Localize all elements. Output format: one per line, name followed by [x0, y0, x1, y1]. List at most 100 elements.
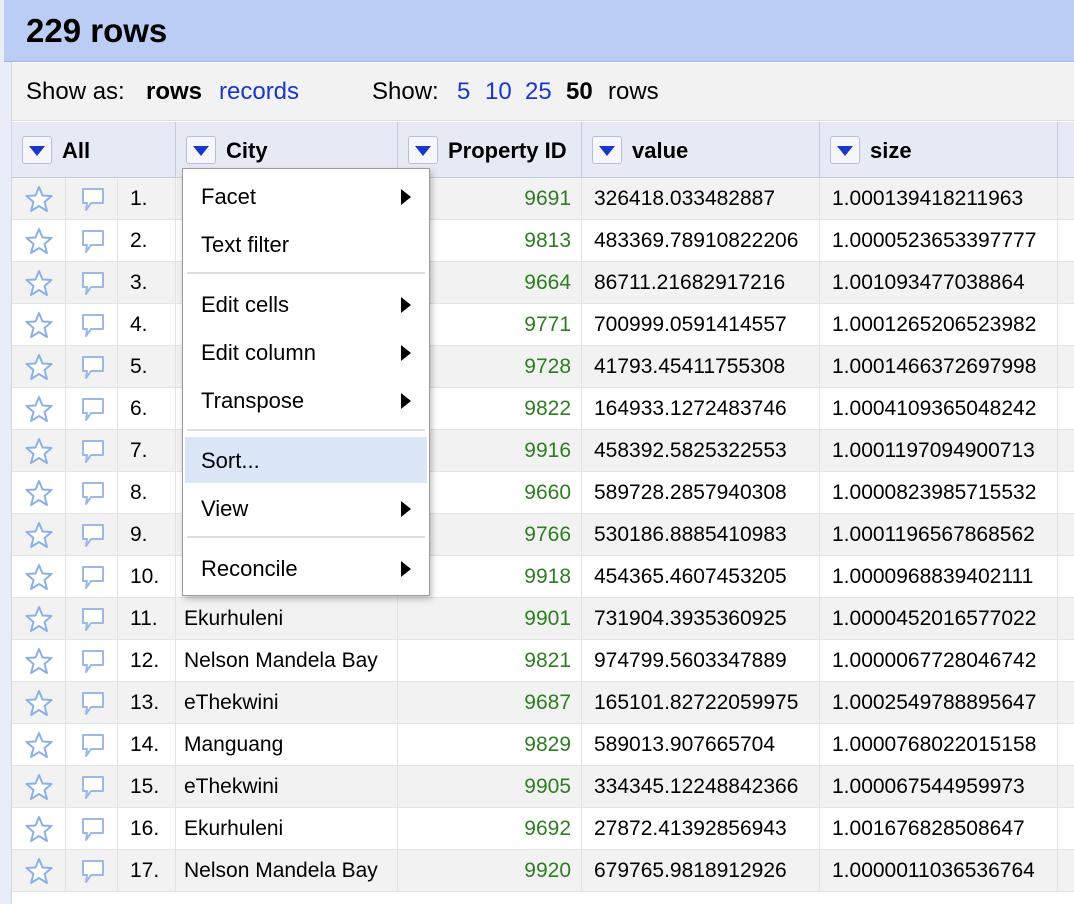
city-column-menu-button[interactable] — [186, 136, 216, 164]
star-icon[interactable] — [24, 227, 54, 262]
value-cell[interactable]: 164933.1272483746 — [582, 388, 820, 430]
flag-icon[interactable] — [78, 353, 108, 388]
value-cell[interactable]: 530186.8885410983 — [582, 514, 820, 556]
size-cell[interactable]: 1.0000523653397777 — [820, 220, 1058, 262]
flag-icon[interactable] — [78, 185, 108, 220]
value-cell[interactable]: 700999.0591414557 — [582, 304, 820, 346]
menu-item-edit-column[interactable]: Edit column — [185, 329, 427, 375]
star-icon[interactable] — [24, 437, 54, 472]
menu-item-transpose[interactable]: Transpose — [185, 377, 427, 423]
size-cell[interactable]: 1.0000823985715532 — [820, 472, 1058, 514]
size-cell[interactable]: 1.0001197094900713 — [820, 430, 1058, 472]
value-cell[interactable]: 483369.78910822206 — [582, 220, 820, 262]
star-icon[interactable] — [24, 605, 54, 640]
star-icon[interactable] — [24, 815, 54, 850]
table-row: 7. 9916 458392.5825322553 1.000119709490071… — [12, 430, 1074, 472]
menu-item-facet[interactable]: Facet — [185, 173, 427, 219]
size-cell[interactable]: 1.0001265206523982 — [820, 304, 1058, 346]
flag-icon[interactable] — [78, 731, 108, 766]
city-cell[interactable]: Manguang — [176, 724, 398, 766]
star-icon[interactable] — [24, 521, 54, 556]
value-cell[interactable]: 326418.033482887 — [582, 178, 820, 220]
flag-icon[interactable] — [78, 479, 108, 514]
city-cell[interactable]: eThekwini — [176, 682, 398, 724]
property-id-cell[interactable]: 9901 — [398, 598, 582, 640]
property-id-cell[interactable]: 9920 — [398, 850, 582, 892]
star-icon[interactable] — [24, 647, 54, 682]
property-id-cell[interactable]: 9687 — [398, 682, 582, 724]
value-cell[interactable]: 27872.41392856943 — [582, 808, 820, 850]
menu-item-reconcile[interactable]: Reconcile — [185, 545, 427, 591]
flag-icon[interactable] — [78, 563, 108, 598]
star-icon[interactable] — [24, 269, 54, 304]
property-id-cell[interactable]: 9692 — [398, 808, 582, 850]
city-cell[interactable]: Ekurhuleni — [176, 808, 398, 850]
value-cell[interactable]: 679765.9818912926 — [582, 850, 820, 892]
value-cell[interactable]: 165101.82722059975 — [582, 682, 820, 724]
value-cell[interactable]: 589013.907665704 — [582, 724, 820, 766]
star-icon[interactable] — [24, 773, 54, 808]
value-column-menu-button[interactable] — [592, 136, 622, 164]
star-icon[interactable] — [24, 185, 54, 220]
size-cell[interactable]: 1.0002549788895647 — [820, 682, 1058, 724]
star-icon[interactable] — [24, 731, 54, 766]
menu-item-sort[interactable]: Sort... — [185, 437, 427, 483]
flag-icon[interactable] — [78, 395, 108, 430]
show-as-records-link[interactable]: records — [219, 78, 299, 106]
value-cell[interactable]: 589728.2857940308 — [582, 472, 820, 514]
star-icon[interactable] — [24, 311, 54, 346]
size-cell[interactable]: 1.0001196567868562 — [820, 514, 1058, 556]
size-cell[interactable]: 1.0000968839402111 — [820, 556, 1058, 598]
city-cell[interactable]: Nelson Mandela Bay — [176, 640, 398, 682]
property-id-cell[interactable]: 9905 — [398, 766, 582, 808]
value-cell[interactable]: 458392.5825322553 — [582, 430, 820, 472]
flag-icon[interactable] — [78, 269, 108, 304]
size-cell[interactable]: 1.0000011036536764 — [820, 850, 1058, 892]
menu-item-view[interactable]: View — [185, 485, 427, 531]
star-icon[interactable] — [24, 563, 54, 598]
city-cell[interactable]: Nelson Mandela Bay — [176, 850, 398, 892]
star-icon[interactable] — [24, 857, 54, 892]
star-icon[interactable] — [24, 395, 54, 430]
size-cell[interactable]: 1.000067544959973 — [820, 766, 1058, 808]
flag-icon[interactable] — [78, 773, 108, 808]
flag-icon[interactable] — [78, 521, 108, 556]
menu-item-edit-cells[interactable]: Edit cells — [185, 281, 427, 327]
page-size-10-link[interactable]: 10 — [485, 78, 512, 106]
flag-icon[interactable] — [78, 311, 108, 346]
city-cell[interactable]: Ekurhuleni — [176, 598, 398, 640]
flag-icon[interactable] — [78, 437, 108, 472]
size-cell[interactable]: 1.0004109365048242 — [820, 388, 1058, 430]
property-id-column-menu-button[interactable] — [408, 136, 438, 164]
size-cell[interactable]: 1.0000452016577022 — [820, 598, 1058, 640]
size-cell[interactable]: 1.00167682850864​7 — [820, 808, 1058, 850]
flag-icon[interactable] — [78, 227, 108, 262]
menu-item-text-filter[interactable]: Text filter — [185, 221, 427, 267]
flag-icon[interactable] — [78, 647, 108, 682]
size-cell[interactable]: 1.000139418211963 — [820, 178, 1058, 220]
property-id-cell[interactable]: 9821 — [398, 640, 582, 682]
star-icon[interactable] — [24, 689, 54, 724]
size-cell[interactable]: 1.0001466372697998 — [820, 346, 1058, 388]
flag-icon[interactable] — [78, 689, 108, 724]
city-cell[interactable]: eThekwini — [176, 766, 398, 808]
value-cell[interactable]: 41793.45411755308 — [582, 346, 820, 388]
value-cell[interactable]: 974799.5603347889 — [582, 640, 820, 682]
star-icon[interactable] — [24, 479, 54, 514]
value-cell[interactable]: 334345.12248842366 — [582, 766, 820, 808]
size-column-menu-button[interactable] — [830, 136, 860, 164]
size-cell[interactable]: 1.0000768022015158 — [820, 724, 1058, 766]
size-cell[interactable]: 1.0000067728046742 — [820, 640, 1058, 682]
flag-icon[interactable] — [78, 815, 108, 850]
flag-icon[interactable] — [78, 857, 108, 892]
property-id-cell[interactable]: 9829 — [398, 724, 582, 766]
value-cell[interactable]: 86711.21682917216 — [582, 262, 820, 304]
page-size-25-link[interactable]: 25 — [525, 78, 552, 106]
star-icon[interactable] — [24, 353, 54, 388]
page-size-5-link[interactable]: 5 — [457, 78, 470, 106]
value-cell[interactable]: 731904.3935360925 — [582, 598, 820, 640]
size-cell[interactable]: 1.001093477038864 — [820, 262, 1058, 304]
value-cell[interactable]: 454365.4607453205 — [582, 556, 820, 598]
all-column-menu-button[interactable] — [22, 136, 52, 164]
flag-icon[interactable] — [78, 605, 108, 640]
